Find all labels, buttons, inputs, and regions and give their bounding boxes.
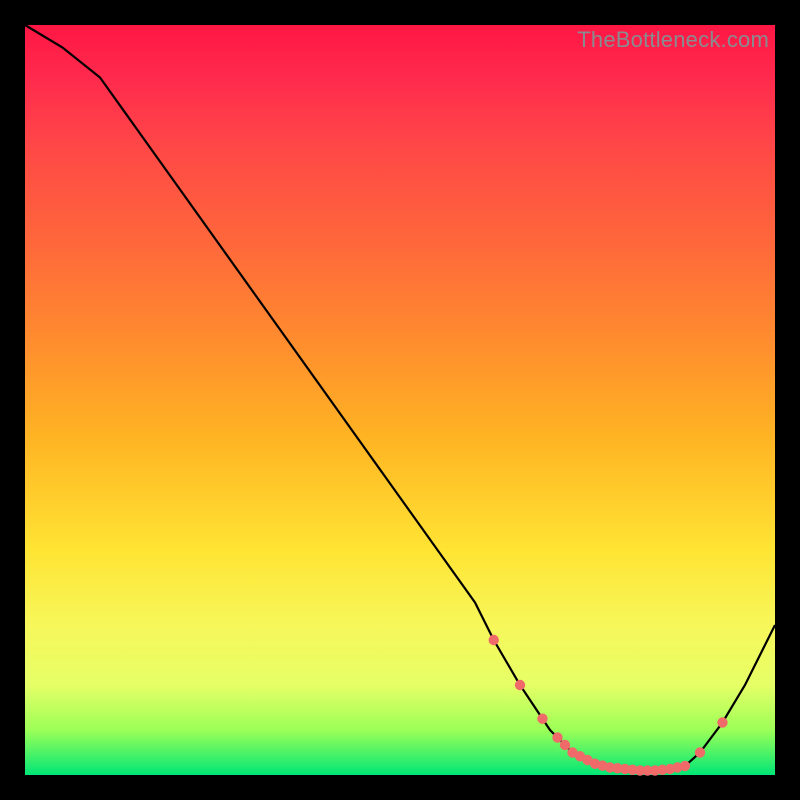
chart-marker xyxy=(560,740,570,750)
chart-marker xyxy=(515,680,525,690)
chart-plot-area: TheBottleneck.com xyxy=(25,25,775,775)
chart-svg xyxy=(25,25,775,775)
chart-line xyxy=(25,25,775,771)
chart-stage: TheBottleneck.com xyxy=(0,0,800,800)
chart-marker xyxy=(489,635,499,645)
chart-markers xyxy=(489,635,728,776)
chart-marker xyxy=(717,717,727,727)
chart-marker xyxy=(695,747,705,757)
chart-marker xyxy=(552,732,562,742)
chart-marker xyxy=(537,714,547,724)
chart-marker xyxy=(680,761,690,771)
